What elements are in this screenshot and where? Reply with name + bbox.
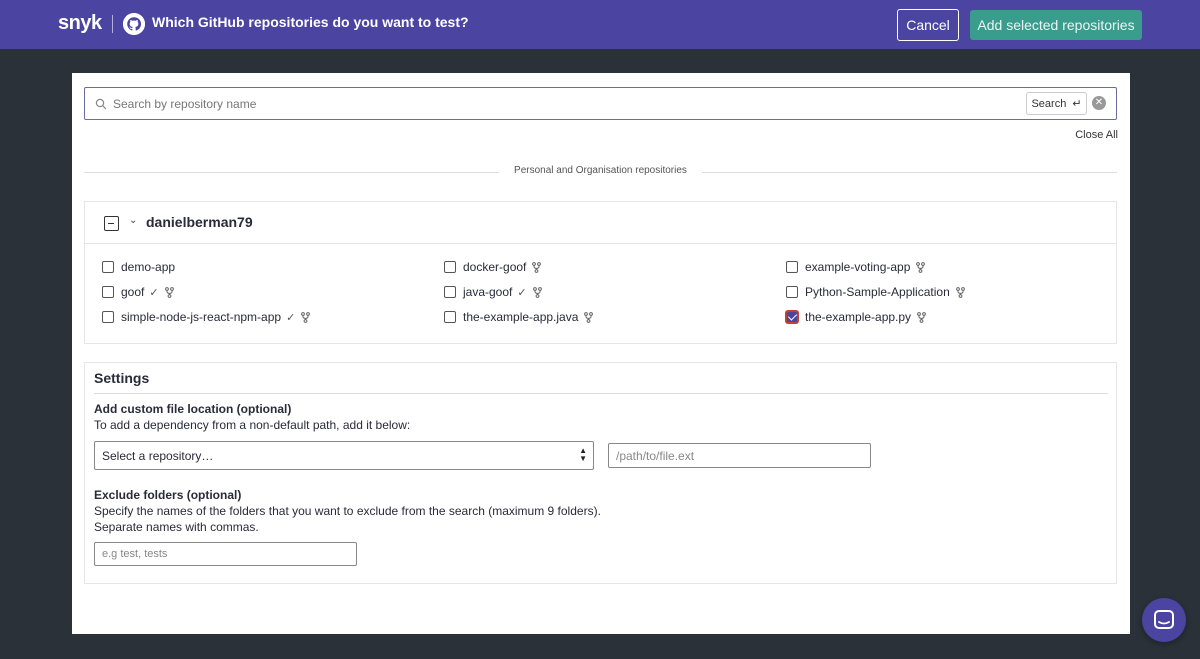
top-bar: snyk Which GitHub repositories do you wa… bbox=[0, 0, 1200, 49]
repo-checkbox[interactable] bbox=[102, 311, 114, 323]
repo-item[interactable]: goof ✓ bbox=[102, 283, 174, 301]
fork-icon bbox=[532, 286, 542, 298]
chat-icon bbox=[1154, 610, 1174, 629]
exclude-folders-help-2: Separate names with commas. bbox=[94, 520, 259, 534]
owner-select-checkbox[interactable] bbox=[104, 216, 119, 231]
cancel-button[interactable]: Cancel bbox=[897, 9, 959, 41]
exclude-folders-label: Exclude folders (optional) bbox=[94, 488, 242, 502]
check-icon: ✓ bbox=[149, 286, 159, 299]
repo-name: goof bbox=[121, 285, 145, 299]
repo-checkbox[interactable] bbox=[102, 261, 114, 273]
main-panel: Search ↵ ✕ Close All Personal and Organi… bbox=[72, 73, 1130, 634]
repo-checkbox[interactable] bbox=[786, 286, 798, 298]
search-input[interactable] bbox=[113, 94, 993, 114]
repo-checkbox[interactable] bbox=[444, 261, 456, 273]
check-icon: ✓ bbox=[286, 311, 296, 324]
custom-location-help: To add a dependency from a non-default p… bbox=[94, 418, 411, 432]
exclude-folders-input[interactable] bbox=[94, 542, 357, 566]
repo-checkbox[interactable] bbox=[444, 311, 456, 323]
repo-name: java-goof bbox=[463, 285, 513, 299]
file-path-input[interactable] bbox=[608, 443, 871, 468]
search-icon bbox=[95, 97, 107, 110]
fork-icon bbox=[955, 286, 965, 298]
settings-divider bbox=[94, 393, 1108, 394]
repo-item[interactable]: Python-Sample-Application bbox=[786, 283, 965, 301]
close-all-link[interactable]: Close All bbox=[1075, 129, 1118, 141]
repo-group-header: ⌄ danielberman79 bbox=[85, 202, 1116, 244]
repo-name: the-example-app.java bbox=[463, 310, 579, 324]
repo-item[interactable]: simple-node-js-react-npm-app ✓ bbox=[102, 308, 311, 326]
fork-icon bbox=[301, 311, 311, 323]
exclude-folders-help: Specify the names of the folders that yo… bbox=[94, 504, 601, 518]
page-title: Which GitHub repositories do you want to… bbox=[152, 14, 469, 30]
check-icon: ✓ bbox=[517, 286, 527, 299]
header-separator bbox=[112, 15, 113, 33]
repo-name: demo-app bbox=[121, 260, 176, 274]
repo-checkbox[interactable] bbox=[444, 286, 456, 298]
repo-item[interactable]: java-goof ✓ bbox=[444, 283, 542, 301]
fork-icon bbox=[164, 286, 174, 298]
enter-icon: ↵ bbox=[1072, 98, 1082, 110]
repository-select[interactable]: Select a repository… ▲ ▼ bbox=[94, 441, 594, 470]
repo-name: the-example-app.py bbox=[805, 310, 912, 324]
repo-name: Python-Sample-Application bbox=[805, 285, 950, 299]
repo-item[interactable]: demo-app bbox=[102, 258, 175, 276]
repo-checkbox[interactable] bbox=[102, 286, 114, 298]
chat-button[interactable] bbox=[1142, 598, 1186, 642]
search-box: Search ↵ ✕ bbox=[84, 87, 1117, 120]
section-title: Personal and Organisation repositories bbox=[514, 165, 687, 176]
repo-item[interactable]: the-example-app.py bbox=[786, 308, 926, 326]
repo-item[interactable]: the-example-app.java bbox=[444, 308, 594, 326]
owner-name: danielberman79 bbox=[146, 214, 253, 230]
clear-search-icon[interactable]: ✕ bbox=[1092, 96, 1106, 110]
snyk-logo[interactable]: snyk bbox=[58, 12, 102, 35]
section-divider: Personal and Organisation repositories bbox=[84, 165, 1117, 179]
fork-icon bbox=[916, 261, 926, 273]
repo-checkbox[interactable] bbox=[786, 261, 798, 273]
chevron-down-icon[interactable]: ⌄ bbox=[129, 215, 137, 226]
search-button[interactable]: Search ↵ bbox=[1026, 92, 1087, 115]
fork-icon bbox=[917, 311, 926, 323]
search-button-label: Search bbox=[1031, 97, 1067, 110]
repo-checkbox[interactable] bbox=[786, 311, 798, 323]
repository-select-value: Select a repository… bbox=[102, 449, 214, 463]
fork-icon bbox=[584, 311, 594, 323]
settings-section: Settings Add custom file location (optio… bbox=[84, 362, 1117, 584]
add-selected-repositories-button[interactable]: Add selected repositories bbox=[970, 10, 1142, 40]
select-arrows-icon: ▲ ▼ bbox=[579, 446, 587, 463]
repo-name: docker-goof bbox=[463, 260, 527, 274]
repo-name: simple-node-js-react-npm-app bbox=[121, 310, 282, 324]
divider-line bbox=[702, 172, 1117, 173]
fork-icon bbox=[532, 261, 542, 273]
repo-group-card: ⌄ danielberman79 demo-app docker-goof exam… bbox=[84, 201, 1117, 344]
repo-name: example-voting-app bbox=[805, 260, 911, 274]
custom-location-label: Add custom file location (optional) bbox=[94, 402, 292, 416]
repo-item[interactable]: docker-goof bbox=[444, 258, 542, 276]
repo-item[interactable]: example-voting-app bbox=[786, 258, 926, 276]
github-icon bbox=[123, 13, 145, 35]
settings-title: Settings bbox=[94, 370, 150, 386]
